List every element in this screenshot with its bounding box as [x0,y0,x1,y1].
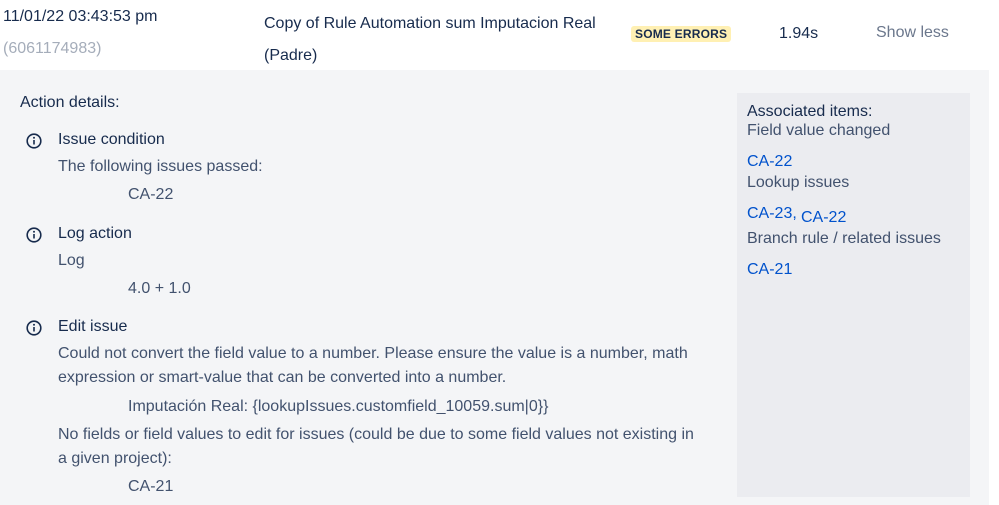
info-icon [26,133,42,149]
associated-group-label: Branch rule / related issues [747,230,941,247]
action-message: No fields or field values to edit for is… [58,426,694,443]
associated-items-panel: Associated items: Field value changed CA… [737,93,970,497]
action-value: CA-21 [128,478,174,495]
action-message: a given project): [58,450,172,467]
status-badge: SOME ERRORS [631,26,732,42]
action-title: Log action [58,225,132,242]
action-message: The following issues passed: [58,158,263,175]
issue-link[interactable]: CA-21 [747,261,792,279]
action-value: CA-22 [128,186,174,203]
action-message: expression or smart-value that can be co… [58,369,507,386]
action-title: Issue condition [58,131,165,148]
action-details-title: Action details: [20,94,120,111]
action-value: Imputación Real: {lookupIssues.customfie… [128,398,549,415]
action-log: Log action Log 4.0 + 1.0 [26,225,726,305]
duration: 1.94s [779,25,819,42]
issue-link[interactable]: CA-23, [747,205,797,223]
action-value: 4.0 + 1.0 [128,280,191,297]
action-issue-condition: Issue condition The following issues pas… [26,131,726,211]
action-message: Log [58,252,85,269]
rule-name-line-2: (Padre) [264,47,318,64]
action-title: Edit issue [58,318,128,335]
execution-id: (6061174983) [3,40,102,57]
issue-link[interactable]: CA-22 [747,153,792,171]
info-icon [26,227,42,243]
info-icon [26,320,42,336]
associated-group-label: Field value changed [747,122,891,139]
audit-log-row[interactable]: 11/01/22 03:43:53 pm (6061174983) Copy o… [0,0,999,70]
action-message: Could not convert the field value to a n… [58,345,688,362]
rule-name-line-1: Copy of Rule Automation sum Imputacion R… [264,15,596,32]
associated-group-label: Lookup issues [747,174,850,191]
execution-date: 11/01/22 03:43:53 pm [3,8,158,25]
show-less-button[interactable]: Show less [876,24,949,42]
issue-link[interactable]: CA-22 [801,209,846,227]
associated-items-title: Associated items: [747,103,873,120]
action-edit-issue: Edit issue Could not convert the field v… [26,318,726,503]
rule-name: Copy of Rule Automation sum Imputacion R… [264,8,624,72]
